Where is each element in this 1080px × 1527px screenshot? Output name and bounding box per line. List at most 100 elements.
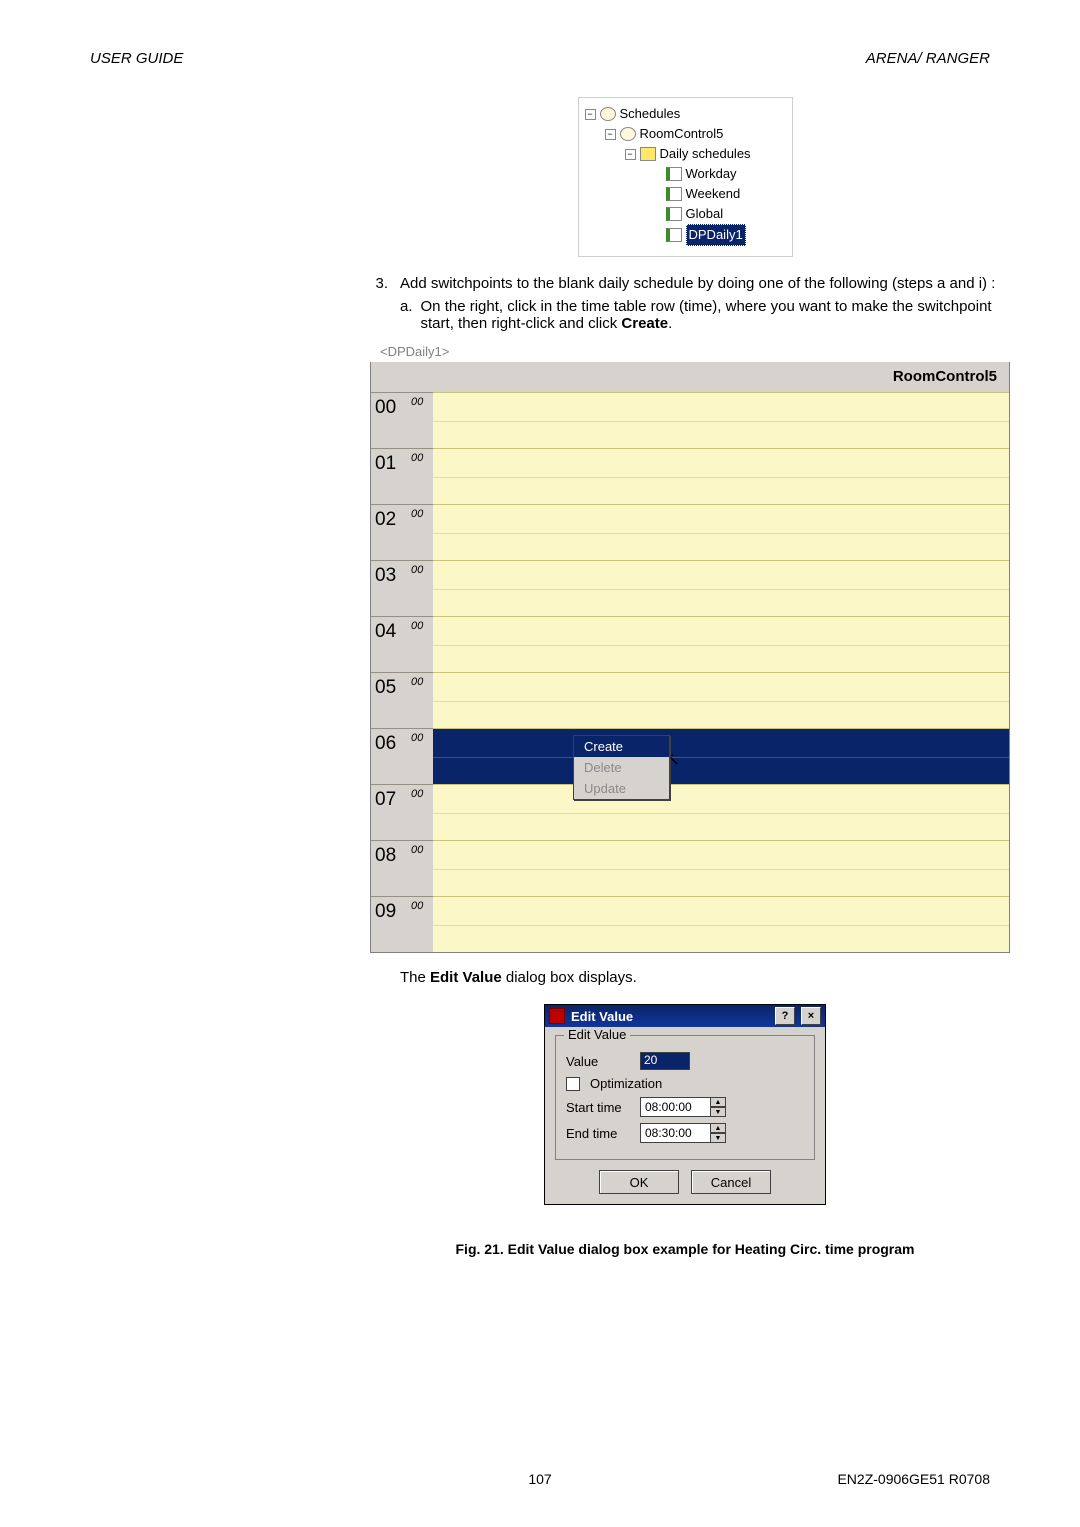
substep-letter: a.: [400, 298, 413, 332]
tree-node-schedules[interactable]: − Schedules: [585, 104, 786, 124]
hour-label: 05: [371, 672, 411, 728]
collapse-icon[interactable]: −: [585, 109, 596, 120]
end-time-row: End time 08:30:00 ▲▼: [566, 1123, 804, 1143]
tree-node-workday[interactable]: Workday: [585, 164, 786, 184]
substep-bold: Create: [621, 315, 668, 332]
end-time-spinner[interactable]: ▲▼: [710, 1123, 726, 1143]
hour-label: 09: [371, 896, 411, 952]
schedule-icon: [666, 187, 682, 201]
minute-label: 00: [411, 728, 433, 784]
schedule-cell[interactable]: [433, 784, 1009, 840]
minute-label: 00: [411, 672, 433, 728]
text-bold: Edit Value: [430, 969, 502, 986]
context-menu[interactable]: Create Delete Update: [573, 735, 670, 800]
schedule-row-01[interactable]: 01 00: [371, 448, 1009, 504]
schedule-legend: <DPDaily1>: [370, 352, 1010, 362]
tree-label-selected: DPDaily1: [686, 224, 746, 246]
step-3a: a. On the right, click in the time table…: [370, 298, 1000, 332]
schedule-grid-figure: <DPDaily1> RoomControl5 00 00 01 00 02 0…: [370, 352, 1010, 953]
calendar-icon: [640, 147, 656, 161]
schedule-cell[interactable]: [433, 616, 1009, 672]
schedule-row-08[interactable]: 08 00: [371, 840, 1009, 896]
schedule-cell[interactable]: [433, 840, 1009, 896]
cancel-button[interactable]: Cancel: [691, 1170, 771, 1194]
minute-label: 00: [411, 392, 433, 448]
schedule-row-07[interactable]: 07 00: [371, 784, 1009, 840]
figure-caption: Fig. 21. Edit Value dialog box example f…: [370, 1241, 1000, 1257]
tree-node-room[interactable]: − RoomControl5: [585, 124, 786, 144]
minute-label: 00: [411, 840, 433, 896]
schedule-row-06-selected[interactable]: 06 00 Create Delete Update ↖: [371, 728, 1009, 784]
minute-label: 00: [411, 448, 433, 504]
end-time-value[interactable]: 08:30:00: [640, 1123, 710, 1143]
tree-node-daily-group[interactable]: − Daily schedules: [585, 144, 786, 164]
start-time-label: Start time: [566, 1100, 630, 1115]
dialog-titlebar[interactable]: Edit Value ? ×: [545, 1005, 825, 1027]
after-text: The Edit Value dialog box displays.: [370, 969, 1000, 986]
schedule-cell[interactable]: [433, 560, 1009, 616]
context-menu-update: Update: [574, 778, 669, 799]
content-column: − Schedules − RoomControl5 − Daily sched…: [370, 97, 1000, 1257]
tree-label: Weekend: [686, 184, 741, 204]
schedule-row-09[interactable]: 09 00: [371, 896, 1009, 952]
page-number: 107: [90, 1471, 990, 1487]
tree-node-global[interactable]: Global: [585, 204, 786, 224]
optimization-checkbox[interactable]: [566, 1077, 580, 1091]
header-right: ARENA/ RANGER: [866, 50, 990, 67]
tree-label: Schedules: [620, 104, 681, 124]
dialog-buttons: OK Cancel: [555, 1170, 815, 1194]
hour-label: 07: [371, 784, 411, 840]
collapse-icon[interactable]: −: [605, 129, 616, 140]
schedule-cell[interactable]: [433, 504, 1009, 560]
tree-node-weekend[interactable]: Weekend: [585, 184, 786, 204]
minute-label: 00: [411, 560, 433, 616]
hour-label: 08: [371, 840, 411, 896]
text-run: dialog box displays.: [502, 969, 637, 986]
step-3: 3. Add switchpoints to the blank daily s…: [370, 275, 1000, 292]
schedule-cell-selected[interactable]: Create Delete Update ↖: [433, 728, 1009, 784]
schedule-row-03[interactable]: 03 00: [371, 560, 1009, 616]
minute-label: 00: [411, 504, 433, 560]
value-label: Value: [566, 1054, 630, 1069]
start-time-value[interactable]: 08:00:00: [640, 1097, 710, 1117]
hour-label: 01: [371, 448, 411, 504]
tree-label: Workday: [686, 164, 737, 184]
context-menu-create[interactable]: Create: [574, 736, 669, 757]
schedule-cell[interactable]: [433, 392, 1009, 448]
schedule-cell[interactable]: [433, 448, 1009, 504]
schedule-cell[interactable]: [433, 896, 1009, 952]
schedule-row-00[interactable]: 00 00: [371, 392, 1009, 448]
optimization-row[interactable]: Optimization: [566, 1076, 804, 1091]
help-button[interactable]: ?: [775, 1007, 795, 1025]
dialog-title: Edit Value: [571, 1009, 633, 1024]
tree-node-dpdaily1[interactable]: DPDaily1: [585, 224, 786, 246]
minute-label: 00: [411, 616, 433, 672]
page-footer: 107 EN2Z-0906GE51 R0708: [90, 1471, 990, 1487]
tree-label: Daily schedules: [660, 144, 751, 164]
end-time-input[interactable]: 08:30:00 ▲▼: [640, 1123, 726, 1143]
page-header: USER GUIDE ARENA/ RANGER: [90, 50, 990, 67]
schedule-tree[interactable]: − Schedules − RoomControl5 − Daily sched…: [578, 97, 793, 257]
ok-button[interactable]: OK: [599, 1170, 679, 1194]
schedule-cell[interactable]: [433, 672, 1009, 728]
minute-label: 00: [411, 784, 433, 840]
schedule-title: <DPDaily1>: [376, 344, 453, 359]
collapse-icon[interactable]: −: [625, 149, 636, 160]
start-time-spinner[interactable]: ▲▼: [710, 1097, 726, 1117]
schedule-row-05[interactable]: 05 00: [371, 672, 1009, 728]
step-number: 3.: [370, 275, 388, 292]
schedule-icon: [666, 207, 682, 221]
hour-label: 02: [371, 504, 411, 560]
hour-label: 06: [371, 728, 411, 784]
value-input[interactable]: 20: [640, 1052, 690, 1070]
group-label: Edit Value: [564, 1027, 630, 1042]
substep-text: On the right, click in the time table ro…: [421, 298, 1000, 332]
close-button[interactable]: ×: [801, 1007, 821, 1025]
clock-icon: [620, 127, 636, 141]
context-menu-delete: Delete: [574, 757, 669, 778]
schedule-row-04[interactable]: 04 00: [371, 616, 1009, 672]
substep-text-run: On the right, click in the time table ro…: [421, 298, 992, 332]
start-time-input[interactable]: 08:00:00 ▲▼: [640, 1097, 726, 1117]
hour-label: 04: [371, 616, 411, 672]
schedule-row-02[interactable]: 02 00: [371, 504, 1009, 560]
